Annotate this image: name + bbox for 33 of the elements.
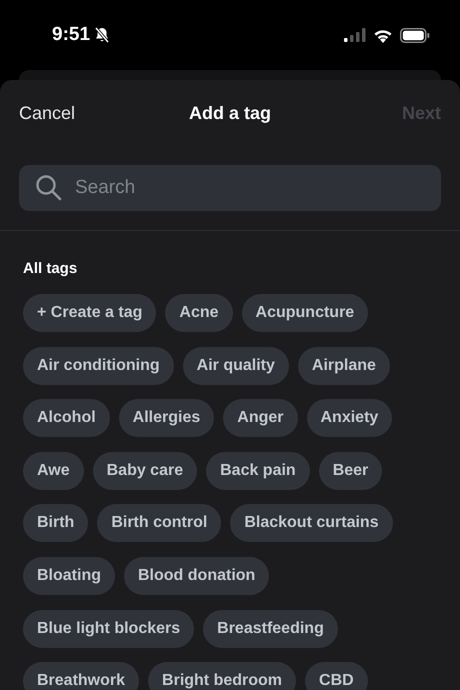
tag-chip[interactable]: CBD (305, 662, 368, 690)
muted-bell-icon (93, 26, 112, 44)
wifi-icon (373, 28, 393, 42)
tag-chip[interactable]: Bloating (23, 556, 115, 595)
tag-chip[interactable]: Allergies (118, 399, 214, 438)
tag-chip[interactable]: Baby care (92, 452, 198, 490)
tag-chip[interactable]: Airplane (298, 346, 390, 385)
search-field[interactable]: Search (19, 165, 441, 211)
tag-chip[interactable]: Alcohol (23, 399, 110, 438)
tag-chip[interactable]: Bright bedroom (148, 662, 296, 690)
tag-chip[interactable]: Blood donation (124, 556, 270, 595)
tag-chip[interactable]: Back pain (206, 452, 310, 490)
tag-chip[interactable]: Breathwork (23, 662, 140, 690)
tag-chip[interactable]: Acupuncture (242, 294, 368, 332)
tag-chip[interactable]: Anger (223, 399, 298, 438)
tag-chip[interactable]: Breastfeeding (203, 610, 338, 648)
tag-chip[interactable]: Air conditioning (23, 346, 174, 385)
signal-icon (344, 28, 366, 42)
cancel-button[interactable]: Cancel (19, 102, 76, 124)
battery-icon (400, 28, 430, 42)
tag-chip[interactable]: Air quality (182, 346, 289, 385)
tag-chip[interactable]: + Create a tag (23, 294, 156, 332)
tag-chip[interactable]: Blackout curtains (230, 504, 393, 542)
tag-chip[interactable]: Beer (318, 452, 382, 490)
status-time: 9:51 (52, 24, 90, 46)
sheet-title: Add a tag (189, 102, 271, 124)
tag-chip[interactable]: Acne (165, 294, 233, 332)
tag-chip[interactable]: Awe (23, 452, 84, 490)
tag-chip[interactable]: Blue light blockers (23, 610, 194, 648)
tag-chip[interactable]: Anxiety (306, 399, 392, 438)
tag-chip[interactable]: Birth (23, 504, 88, 542)
section-title: All tags (22, 259, 78, 279)
tag-chip[interactable]: Birth control (97, 504, 222, 542)
